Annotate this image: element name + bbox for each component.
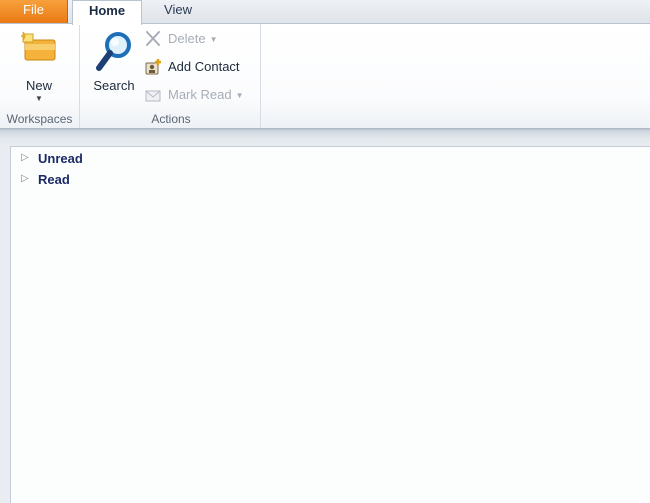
message-tree-panel: ▷ Unread ▷ Read <box>10 146 650 503</box>
mark-read-label: Mark Read <box>168 87 232 102</box>
search-button[interactable]: Search <box>88 28 140 104</box>
new-button-label: New <box>25 78 52 93</box>
expand-arrow-icon[interactable]: ▷ <box>21 150 33 168</box>
add-contact-button[interactable]: Add Contact <box>144 56 256 78</box>
ribbon: New ▼ Workspaces Search Delete ▼ Add Con… <box>0 23 650 128</box>
mark-read-button[interactable]: Mark Read ▼ <box>144 84 256 106</box>
app-window: File Home View New ▼ Workspaces Search D… <box>0 0 650 503</box>
tab-view[interactable]: View <box>145 0 211 23</box>
tree-node-unread[interactable]: ▷ Unread <box>21 150 141 168</box>
delete-button-text: Delete ▼ <box>168 28 218 51</box>
tree-node-label: Read <box>38 172 70 187</box>
chevron-down-icon: ▼ <box>35 94 43 103</box>
tab-file[interactable]: File <box>0 0 68 23</box>
workspaces-group-label: Workspaces <box>6 112 73 126</box>
chevron-down-icon: ▼ <box>235 90 244 100</box>
mark-read-button-text: Mark Read ▼ <box>168 84 244 107</box>
add-contact-icon <box>144 58 164 76</box>
search-button-label: Search <box>93 78 135 93</box>
chevron-down-icon: ▼ <box>209 34 218 44</box>
delete-x-icon <box>144 30 164 48</box>
actions-group: Search Delete ▼ Add Contact Mark Read ▼ … <box>82 24 261 128</box>
expand-arrow-icon[interactable]: ▷ <box>21 171 33 189</box>
mark-read-icon <box>144 86 164 104</box>
delete-button-label: Delete <box>168 31 206 46</box>
new-workspace-icon <box>19 30 59 69</box>
add-contact-label: Add Contact <box>168 59 240 74</box>
tree-node-read[interactable]: ▷ Read <box>21 171 141 189</box>
workspaces-group: New ▼ Workspaces <box>0 24 80 128</box>
ribbon-tab-strip: File Home View <box>0 0 650 25</box>
search-icon <box>94 30 134 77</box>
delete-button[interactable]: Delete ▼ <box>144 28 256 50</box>
tree-node-label: Unread <box>38 151 83 166</box>
ribbon-separator <box>0 128 650 146</box>
new-button[interactable]: New ▼ <box>14 28 64 104</box>
tab-home[interactable]: Home <box>72 0 142 25</box>
actions-group-label: Actions <box>151 112 191 126</box>
